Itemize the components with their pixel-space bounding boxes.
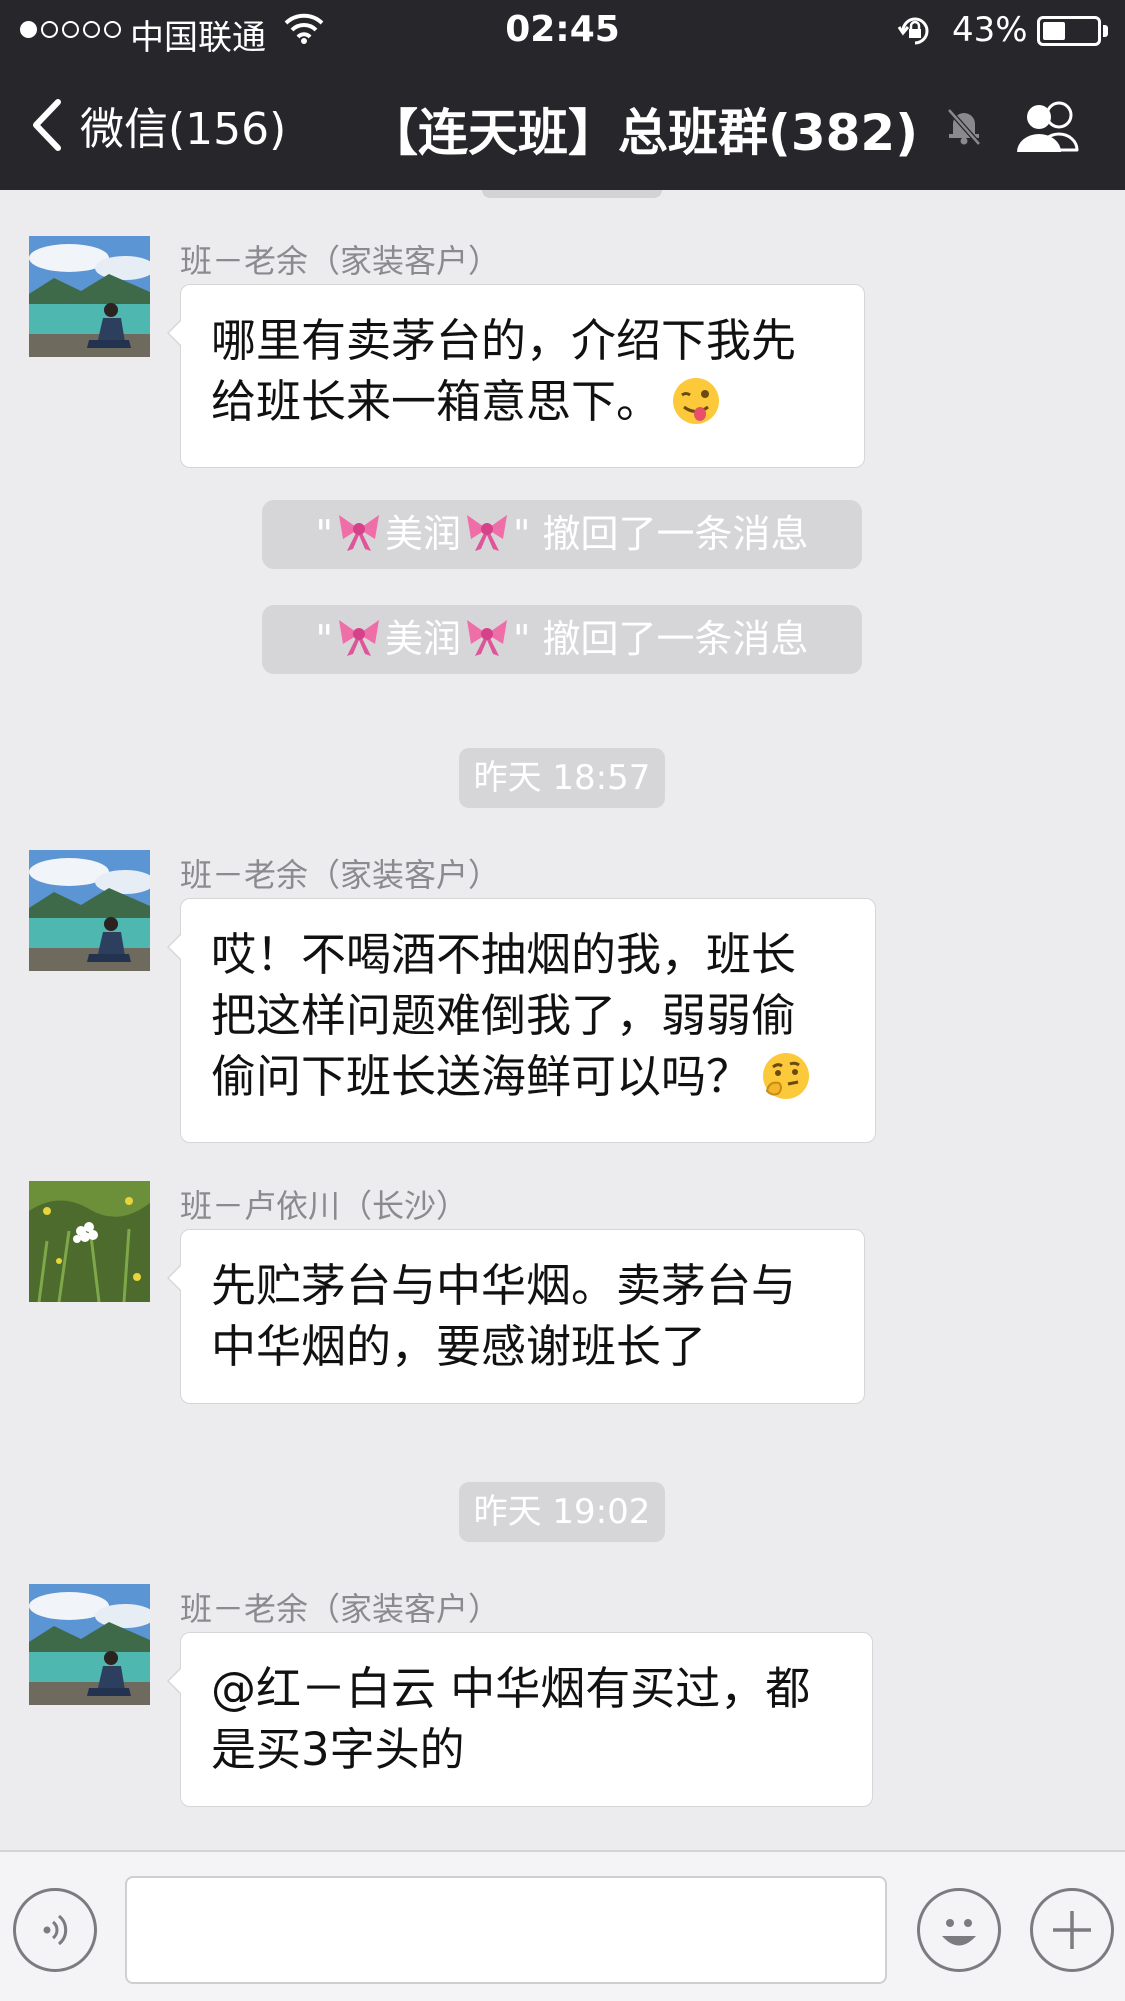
recall-name: 美润 [384,512,461,556]
thinking-face-emoji-icon [761,1051,811,1116]
voice-icon [43,1914,68,1946]
mute-bell-icon [945,106,983,150]
message-bubble[interactable]: 哪里有卖茅台的，介绍下我先 给班长来一箱意思下。 [167,284,865,468]
status-bar: 中国联通 02:45 43% [0,0,1125,62]
previous-system-pill [482,190,662,198]
recall-text: " 撤回了一条消息 [512,512,809,556]
message-line: 先贮茅台与中华烟。卖茅台与 [211,1259,797,1312]
message-line: 是买3字头的 [211,1723,465,1776]
recall-name: 美润 [384,617,461,661]
emoji-button[interactable] [917,1888,1001,1972]
recall-notice: " 美润 " 撤回了一条消息 [262,500,862,569]
message-line: 中华烟的，要感谢班长了 [211,1320,707,1373]
chat-title: 【连天班】总班群(382) [368,104,919,162]
message-line: @红－白云 中华烟有买过，都 [211,1662,811,1715]
chat-area[interactable]: 班－老余（家装客户） 哪里有卖茅台的，介绍下我先 给班长来一箱意思下。 " 美润 "… [0,190,1125,1850]
pink-ribbon-icon [463,506,511,575]
pink-ribbon-icon [463,611,511,680]
winking-tongue-emoji-icon [671,376,721,441]
message-bubble[interactable]: 先贮茅台与中华烟。卖茅台与 中华烟的，要感谢班长了 [167,1229,865,1404]
pink-ribbon-icon [335,611,383,680]
back-label: 微信(156) [80,104,287,155]
recall-notice: " 美润 " 撤回了一条消息 [262,605,862,674]
group-members-icon[interactable] [1013,100,1085,158]
message-line: 偷问下班长送海鲜可以吗？ [211,1046,847,1116]
message-line: 哪里有卖茅台的，介绍下我先 [211,314,797,367]
message-line: 给班长来一箱意思下。 [211,371,836,441]
back-button[interactable]: 微信(156) [22,92,286,158]
avatar[interactable] [29,1181,150,1302]
message-line: 把这样问题难倒我了，弱弱偷 [211,989,797,1042]
plus-icon [1053,1911,1091,1949]
voice-button[interactable] [13,1888,97,1972]
avatar[interactable] [29,1584,150,1705]
rotation-lock-icon [897,13,933,53]
nav-bar: 微信(156) 【连天班】总班群(382) [0,62,1125,190]
battery-tip [1103,25,1108,37]
avatar[interactable] [29,236,150,357]
sender-name: 班－老余（家装客户） [180,856,501,894]
message-input[interactable] [125,1876,887,1984]
plus-button[interactable] [1030,1888,1114,1972]
timestamp-pill: 昨天 18:57 [459,748,665,808]
battery-percent: 43% [952,10,1028,50]
input-bar [0,1850,1125,2001]
recall-text: " 撤回了一条消息 [512,617,809,661]
pink-ribbon-icon [335,506,383,575]
sender-name: 班－老余（家装客户） [180,242,501,280]
battery-icon [1037,16,1101,46]
message-bubble[interactable]: 哎！不喝酒不抽烟的我，班长 把这样问题难倒我了，弱弱偷 偷问下班长送海鲜可以吗？ [167,898,876,1143]
message-line: 哎！不喝酒不抽烟的我，班长 [211,928,797,981]
emoji-smiley-icon [942,1919,976,1946]
sender-name: 班－卢依川（长沙） [180,1187,469,1225]
back-chevron-icon [33,99,61,151]
sender-name: 班－老余（家装客户） [180,1590,501,1628]
message-bubble[interactable]: @红－白云 中华烟有买过，都 是买3字头的 [167,1632,873,1807]
timestamp-pill: 昨天 19:02 [459,1482,665,1542]
avatar[interactable] [29,850,150,971]
